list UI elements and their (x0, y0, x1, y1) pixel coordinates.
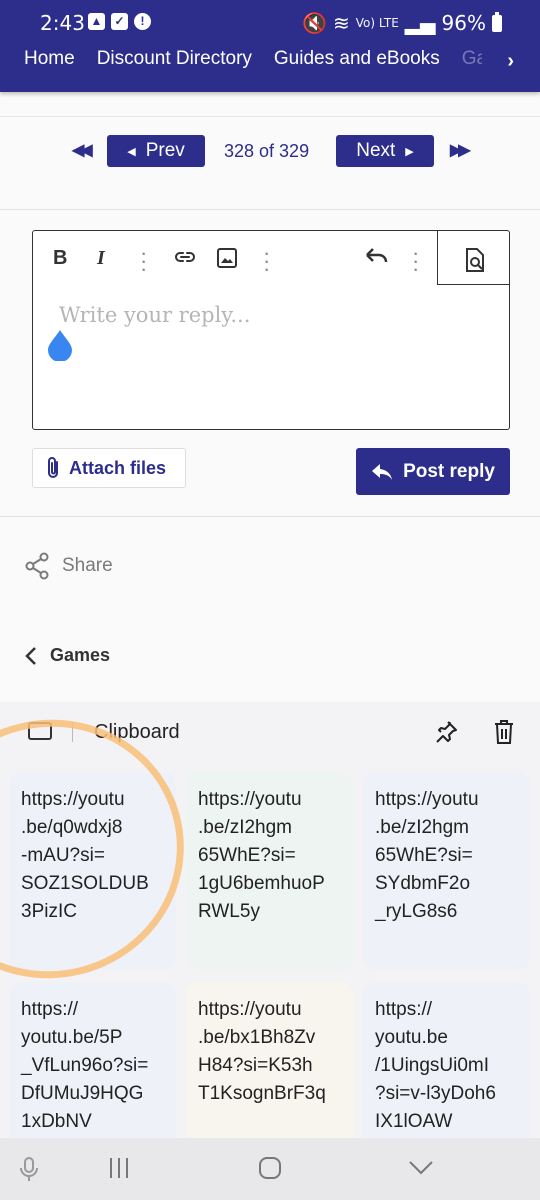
share-label: Share (62, 555, 113, 576)
next-button[interactable]: Next ▶ (336, 135, 434, 167)
breadcrumb-label: Games (50, 645, 111, 665)
battery-percent: 96% (441, 11, 486, 35)
back-icon[interactable] (408, 1160, 434, 1176)
trash-icon[interactable] (493, 719, 515, 745)
recent-apps-icon[interactable] (108, 1156, 130, 1180)
nav-guides-ebooks[interactable]: Guides and eBooks (274, 48, 440, 76)
clipboard-title: Clipboard (94, 721, 180, 743)
last-page-icon[interactable]: ▶▶ (450, 140, 471, 160)
bold-icon[interactable]: B (53, 247, 67, 270)
reply-editor[interactable]: B I · · · · · · · · · Write your reply... (32, 230, 510, 430)
section-divider (0, 516, 540, 517)
editor-toolbar: B I · · · · · · · · · (33, 231, 509, 287)
nav-games[interactable]: Ga (462, 48, 482, 76)
attach-files-button[interactable]: Attach files (32, 448, 186, 488)
post-reply-label: Post reply (403, 460, 495, 482)
divider (72, 722, 73, 742)
caret-right-icon: ▶ (405, 145, 414, 158)
mute-icon: 🔇 (302, 11, 327, 35)
keyboard-icon[interactable] (28, 722, 52, 740)
system-icons: 🔇 ≋ Vo) LTE ▂▄ 96% (302, 11, 502, 35)
home-icon[interactable] (258, 1156, 282, 1180)
caret-left-icon: ◀ (127, 145, 136, 158)
nav-home[interactable]: Home (24, 48, 75, 76)
status-time: 2:43 (40, 11, 85, 35)
italic-icon[interactable]: I (97, 247, 105, 270)
clipboard-item[interactable]: https://youtu .be/bx1Bh8Zv H84?si=K53h T… (186, 982, 353, 1138)
preview-button[interactable] (437, 231, 509, 285)
notification-icons: ▲ ✓ ! (88, 13, 151, 30)
clipboard-item[interactable]: https:// youtu.be /1UingsUi0mI ?si=v-l3y… (363, 982, 530, 1138)
post-reply-button[interactable]: Post reply (356, 448, 510, 495)
checkbox-icon: ✓ (111, 13, 128, 30)
reply-placeholder: Write your reply... (59, 303, 251, 327)
clipboard-grid: https://youtu .be/q0wdxj8 -mAU?si= SOZ1S… (0, 762, 540, 1138)
divider (0, 116, 540, 117)
clipboard-item[interactable]: https://youtu .be/q0wdxj8 -mAU?si= SOZ1S… (9, 772, 176, 970)
nav-discount-directory[interactable]: Discount Directory (97, 48, 252, 76)
prev-button[interactable]: ◀ Prev (107, 135, 205, 167)
clipboard-item[interactable]: https://youtu .be/zI2hgm 65WhE?si= 1gU6b… (186, 772, 353, 970)
text-cursor-handle-icon[interactable] (47, 329, 73, 361)
preview-icon (466, 248, 484, 272)
pin-icon[interactable] (433, 719, 459, 745)
chevron-left-icon (25, 646, 36, 665)
signal-icon: ▂▄ (404, 11, 436, 35)
clipboard-header: Clipboard (0, 702, 540, 762)
volte-icon: Vo) LTE (355, 16, 399, 30)
gallery-icon: ▲ (88, 13, 105, 30)
next-label: Next (356, 140, 396, 161)
link-icon[interactable] (173, 245, 197, 275)
prev-label: Prev (145, 140, 185, 161)
battery-icon (492, 11, 502, 32)
microphone-icon[interactable] (18, 1156, 40, 1184)
nav-scroll-right-icon[interactable]: › (507, 50, 514, 73)
more-insert-icon[interactable]: · · · (263, 242, 270, 280)
wifi-icon: ≋ (332, 11, 350, 35)
clipboard-item[interactable]: https:// youtu.be/5P _VfLun96o?si= DfUMu… (9, 982, 176, 1138)
image-icon[interactable] (216, 247, 238, 275)
paperclip-icon (48, 457, 58, 478)
more-format-icon[interactable]: · · · (140, 242, 147, 280)
share-icon (25, 552, 49, 580)
more-options-icon[interactable]: · · · (412, 242, 419, 280)
top-app-bar: 2:43 ▲ ✓ ! 🔇 ≋ Vo) LTE ▂▄ 96% Home Disco… (0, 0, 540, 92)
pagination: ◀◀ ◀ Prev 328 of 329 Next ▶ ▶▶ (0, 92, 540, 210)
system-nav-bar (0, 1138, 540, 1200)
status-bar: 2:43 ▲ ✓ ! 🔇 ≋ Vo) LTE ▂▄ 96% (0, 0, 540, 44)
alert-icon: ! (134, 13, 151, 30)
breadcrumb-games[interactable]: Games (24, 645, 110, 666)
attach-files-label: Attach files (69, 457, 167, 478)
undo-icon[interactable] (363, 247, 389, 275)
share-link[interactable]: Share (24, 552, 113, 580)
main-nav: Home Discount Directory Guides and eBook… (24, 48, 482, 76)
clipboard-item[interactable]: https://youtu .be/zI2hgm 65WhE?si= SYdbm… (363, 772, 530, 970)
reply-icon (372, 463, 393, 480)
first-page-icon[interactable]: ◀◀ (72, 140, 93, 160)
page-count[interactable]: 328 of 329 (224, 141, 309, 162)
